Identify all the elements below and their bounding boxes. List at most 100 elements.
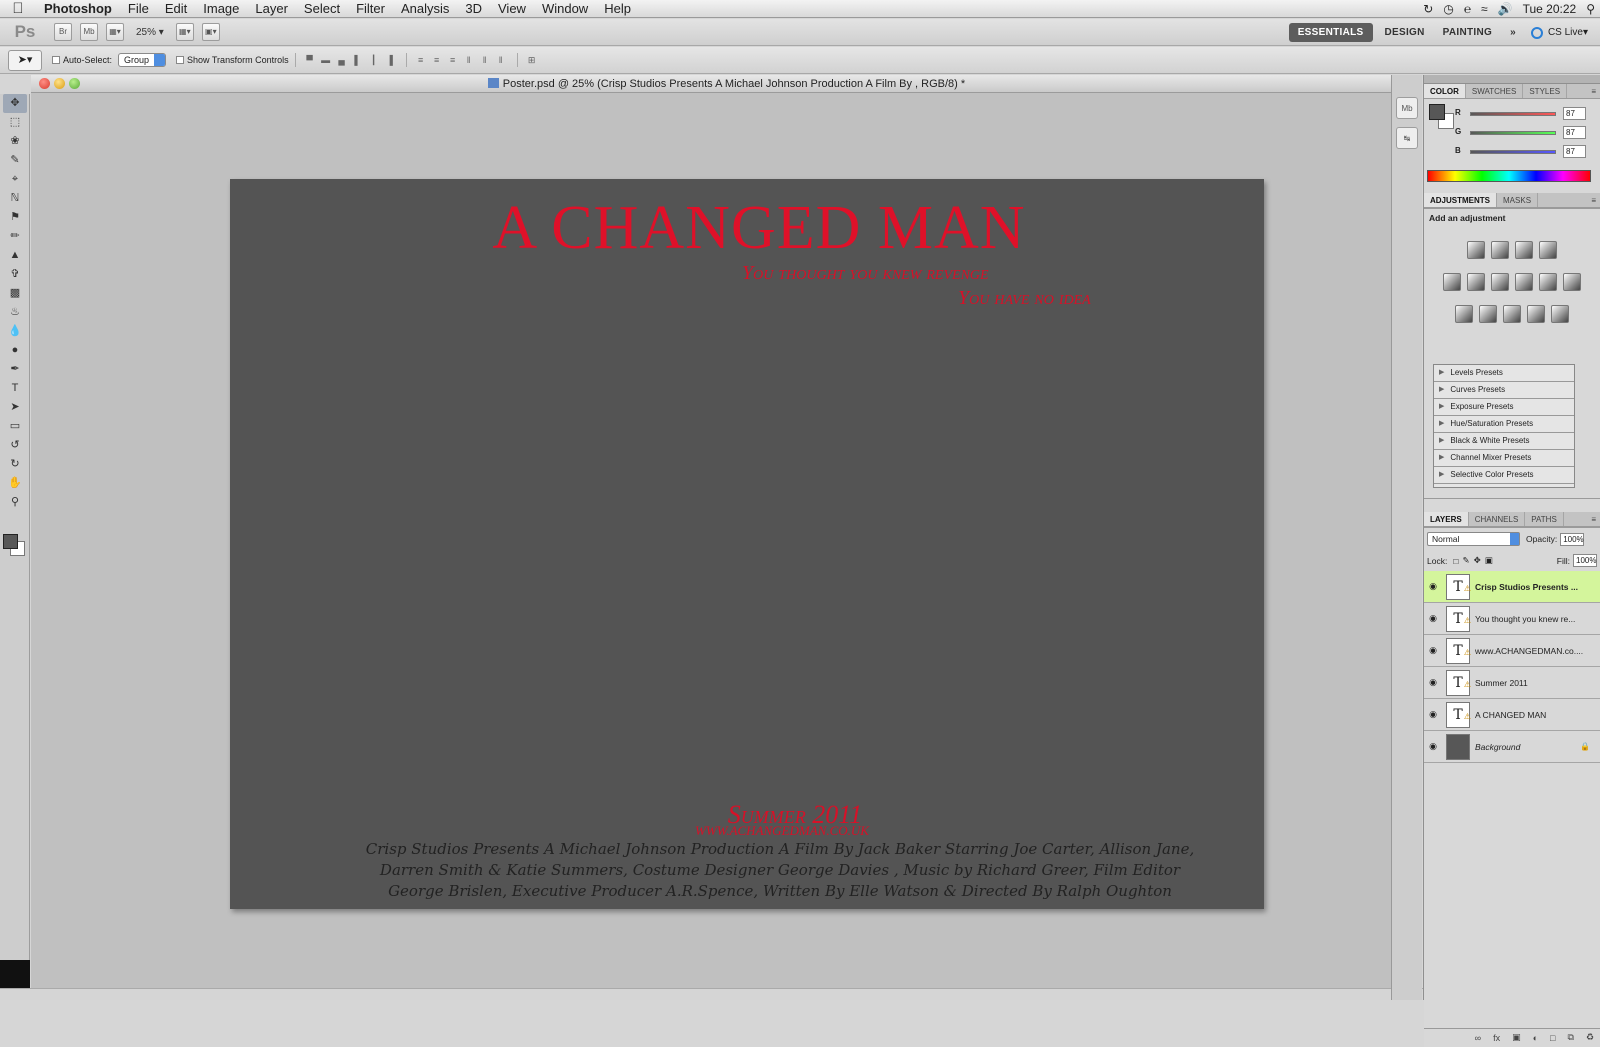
apple-icon[interactable]:  [0,0,36,18]
menu-select[interactable]: Select [296,0,348,18]
clock[interactable]: Tue 20:22 [1518,2,1582,16]
new-adjustment-layer-icon[interactable]: ◐ [1533,1033,1538,1043]
adjustments-menu-icon[interactable]: ≡ [1587,193,1600,207]
color-foreground-swatch[interactable] [1429,104,1445,120]
brush-tool-icon[interactable]: ✏ [3,227,27,246]
auto-select-checkbox[interactable] [52,56,60,64]
red-track[interactable] [1470,112,1556,116]
rectangle-tool-icon[interactable]: ▭ [3,417,27,436]
menu-help[interactable]: Help [596,0,639,18]
fill-input[interactable]: 100% [1573,554,1597,567]
new-layer-icon[interactable]: ⧉ [1567,1032,1573,1043]
brightness-contrast-icon[interactable] [1467,241,1485,259]
wifi-icon[interactable]: ≈ [1476,2,1493,16]
lock-all-icon[interactable]: ▣ [1485,555,1493,566]
menu-window[interactable]: Window [534,0,596,18]
tab-color[interactable]: COLOR [1424,84,1466,98]
posterize-icon[interactable] [1479,305,1497,323]
hue-saturation-icon[interactable] [1467,273,1485,291]
lock-transparent-icon[interactable]: □ [1453,556,1458,566]
lasso-tool-icon[interactable]: ❀ [3,132,27,151]
dodge-tool-icon[interactable]: ● [3,341,27,360]
zoom-window-button[interactable] [69,78,80,89]
blur-tool-icon[interactable]: 💧 [3,322,27,341]
align-top-icon[interactable]: ▀ [302,53,318,67]
vibrance-icon[interactable] [1443,273,1461,291]
visibility-eye-icon[interactable]: ◉ [1424,581,1442,592]
menu-layer[interactable]: Layer [247,0,296,18]
preset-black-white[interactable]: Black & White Presets [1434,433,1574,450]
threshold-icon[interactable] [1503,305,1521,323]
align-right-icon[interactable]: ▐ [382,53,398,67]
distribute-right-icon[interactable]: ‖ [493,53,509,67]
distribute-left-icon[interactable]: ‖ [461,53,477,67]
preset-exposure[interactable]: Exposure Presets [1434,399,1574,416]
blend-mode-select[interactable]: Normal [1427,532,1520,546]
layer-row[interactable]: ◉ T ⚠ Summer 2011 [1424,667,1600,699]
panel-menu-icon[interactable]: ≡ [1587,84,1600,98]
clone-stamp-tool-icon[interactable]: ▲ [3,246,27,265]
layer-row[interactable]: ◉ T ⚠ A CHANGED MAN [1424,699,1600,731]
levels-icon[interactable] [1491,241,1509,259]
preset-levels[interactable]: Levels Presets [1434,365,1574,382]
green-slider[interactable]: G 87 [1455,126,1600,140]
move-tool-icon[interactable]: ✥ [3,94,27,113]
invert-icon[interactable] [1455,305,1473,323]
tab-styles[interactable]: STYLES [1523,84,1568,98]
poster-canvas[interactable]: A CHANGED MAN You thought you knew reven… [230,179,1264,909]
color-balance-icon[interactable] [1491,273,1509,291]
channel-mixer-icon[interactable] [1563,273,1581,291]
auto-select-mode-select[interactable]: Group [118,53,167,67]
bluetooth-icon[interactable]: ℮ [1459,2,1476,16]
paint-bucket-tool-icon[interactable]: ♨ [3,303,27,322]
path-selection-tool-icon[interactable]: ➤ [3,398,27,417]
color-spectrum-ramp[interactable] [1427,170,1591,182]
tab-layers[interactable]: LAYERS [1424,512,1469,526]
distribute-vcenter-icon[interactable]: ≡ [429,53,445,67]
auto-select-toggle[interactable]: Auto-Select: [52,55,112,65]
distribute-bottom-icon[interactable]: ≡ [445,53,461,67]
blue-value[interactable]: 87 [1563,145,1586,158]
type-tool-icon[interactable]: T [3,379,27,398]
tab-masks[interactable]: MASKS [1497,193,1539,207]
preset-channel-mixer[interactable]: Channel Mixer Presets [1434,450,1574,467]
distribute-hcenter-icon[interactable]: ‖ [477,53,493,67]
menu-3d[interactable]: 3D [457,0,490,18]
menu-filter[interactable]: Filter [348,0,393,18]
history-brush-tool-icon[interactable]: ✞ [3,265,27,284]
red-slider[interactable]: R 87 [1455,107,1600,121]
menu-analysis[interactable]: Analysis [393,0,457,18]
quick-select-tool-icon[interactable]: ✎ [3,151,27,170]
distribute-top-icon[interactable]: ≡ [413,53,429,67]
menu-view[interactable]: View [490,0,534,18]
auto-align-icon[interactable]: ⊞ [524,53,540,67]
zoom-level-dropdown[interactable]: 25% ▾ [136,27,164,38]
minimize-window-button[interactable] [54,78,65,89]
preset-hue-saturation[interactable]: Hue/Saturation Presets [1434,416,1574,433]
menu-edit[interactable]: Edit [157,0,195,18]
workspace-painting[interactable]: PAINTING [1434,27,1501,38]
exposure-icon[interactable] [1539,241,1557,259]
green-value[interactable]: 87 [1563,126,1586,139]
3d-rotate-tool-icon[interactable]: ↺ [3,436,27,455]
sync-icon[interactable]: ↻ [1418,2,1438,16]
launch-bridge-button[interactable]: Br [54,23,72,41]
visibility-eye-icon[interactable]: ◉ [1424,709,1442,720]
view-extras-button[interactable]: ▦▾ [106,23,124,41]
black-white-icon[interactable] [1515,273,1533,291]
layer-row[interactable]: ◉ T ⚠ You thought you knew re... [1424,603,1600,635]
healing-brush-tool-icon[interactable]: ⚑ [3,208,27,227]
3d-orbit-tool-icon[interactable]: ↻ [3,455,27,474]
lock-image-icon[interactable]: ✎ [1462,555,1469,566]
mini-bridge-icon[interactable]: Mb [1396,97,1418,119]
gradient-map-icon[interactable] [1527,305,1545,323]
show-transform-checkbox[interactable] [176,56,185,64]
timemachine-icon[interactable]: ◷ [1438,2,1458,16]
tab-adjustments[interactable]: ADJUSTMENTS [1424,193,1498,207]
selective-color-icon[interactable] [1551,305,1569,323]
visibility-eye-icon[interactable]: ◉ [1424,677,1442,688]
blue-slider[interactable]: B 87 [1455,145,1600,159]
red-value[interactable]: 87 [1563,107,1586,120]
volume-icon[interactable]: 🔊 [1493,2,1518,16]
marquee-tool-icon[interactable]: ⬚ [3,113,27,132]
